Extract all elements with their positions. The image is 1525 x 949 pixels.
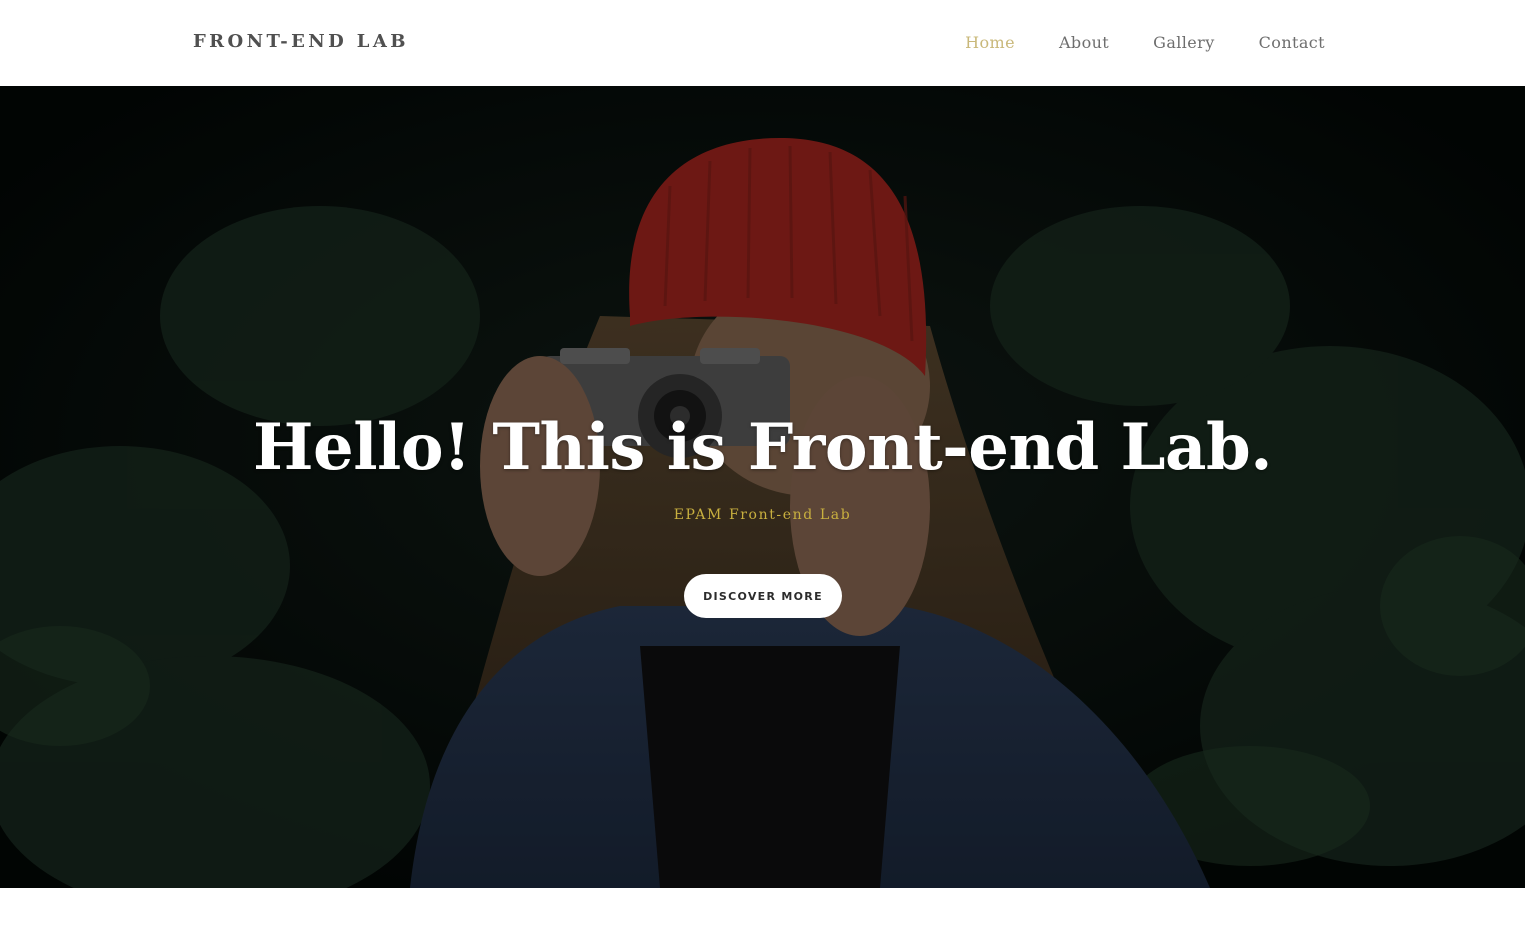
nav-item-about: About <box>1059 32 1109 54</box>
nav-item-home: Home <box>965 32 1015 54</box>
brand-logo[interactable]: FRONT-END LAB <box>193 30 409 54</box>
hero-section: Hello! This is Front-end Lab. EPAM Front… <box>0 86 1525 888</box>
nav-link-gallery[interactable]: Gallery <box>1153 33 1215 52</box>
discover-more-button[interactable]: DISCOVER MORE <box>684 574 842 618</box>
site-header: FRONT-END LAB Home About Gallery Contact <box>0 0 1525 86</box>
nav-link-about[interactable]: About <box>1059 33 1109 52</box>
hero-title: Hello! This is Front-end Lab. <box>253 410 1272 485</box>
nav-link-contact[interactable]: Contact <box>1259 33 1325 52</box>
nav-item-gallery: Gallery <box>1153 32 1215 54</box>
main-nav: Home About Gallery Contact <box>965 32 1325 54</box>
hero-overlay <box>0 86 1525 888</box>
nav-link-home[interactable]: Home <box>965 33 1015 52</box>
nav-item-contact: Contact <box>1259 32 1325 54</box>
hero-subtitle: EPAM Front-end Lab <box>673 507 852 523</box>
